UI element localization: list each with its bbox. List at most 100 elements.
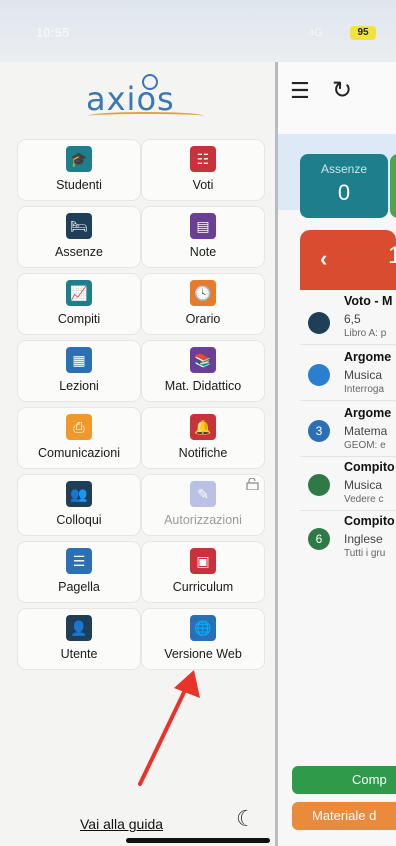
list-item[interactable]: Compito Musica Vedere c [300,460,396,516]
sidebar-item-label: Pagella [58,580,100,594]
sidebar-item-label: Lezioni [59,379,99,393]
status-time: 10:55 [36,25,70,40]
lock-icon [246,478,259,490]
logo-swoosh-icon [88,112,204,120]
list-item-title: Voto - M [344,294,393,308]
list-item-title: Argome [344,406,392,420]
list-item-subtitle: Inglese [344,532,383,546]
list-separator [300,400,396,401]
curriculum-icon: ▣ [190,548,216,574]
list-item-badge: 6 [308,528,330,550]
sidebar-item-label: Note [189,245,217,259]
main-header: ☰ ↻ [278,62,396,134]
sidebar-item-mat-didattico[interactable]: 📚 Mat. Didattico [142,341,264,401]
sidebar-item-label: Colloqui [56,513,102,527]
list-separator [300,456,396,457]
sidebar-item-versione-web[interactable]: 🌐 Versione Web [142,609,264,669]
home-indicator [126,838,270,843]
red-arrow-annotation [138,670,200,786]
axios-logo: axios [86,74,206,120]
list-item-detail: Libro A: p [344,328,387,339]
list-item-subtitle: Musica [344,368,383,382]
list-item-title: Compito [344,460,395,474]
sidebar-item-compiti[interactable]: 📈 Compiti [18,274,140,334]
list-item-detail: Interroga [344,384,385,395]
sidebar-item-assenze[interactable]: 🛏 Assenze [18,207,140,267]
grades-icon: ☷ [190,146,216,172]
meeting-people-icon: 👥 [66,481,92,507]
guide-link[interactable]: Vai alla guida [80,816,163,832]
authorization-icon: ✎ [190,481,216,507]
status-bar: 10:55 4G 95 [0,0,396,62]
list-item-dot [308,364,330,386]
sidebar-item-colloqui[interactable]: 👥 Colloqui [18,475,140,535]
list-item-subtitle: Matema [344,424,388,438]
list-item-dot [308,312,330,334]
list-item-title: Argome [344,350,392,364]
sidebar-item-label: Versione Web [164,647,242,661]
books-icon: 📚 [190,347,216,373]
user-icon: 👤 [66,615,92,641]
sidebar-item-studenti[interactable]: 🎓 Studenti [18,140,140,200]
report-card-icon: ☰ [66,548,92,574]
student-icon: 🎓 [66,146,92,172]
logo-ring-icon [142,74,158,90]
sidebar-item-label: Autorizzazioni [164,513,242,527]
list-separator [300,344,396,345]
teaching-material-button[interactable]: Materiale d [292,802,396,830]
homework-button[interactable]: Comp [292,766,396,794]
homework-chart-icon: 📈 [66,280,92,306]
absences-card[interactable]: Assenze 0 [300,154,388,218]
day-navigation-bar: ‹ 1 [300,230,396,290]
main-panel: ☰ ↻ Assenze 0 ‹ 1 Voto - M 6,5 Libro A: … [278,62,396,846]
bell-icon: 🔔 [190,414,216,440]
list-item[interactable]: Voto - M 6,5 Libro A: p [300,294,396,350]
sidebar-item-voti[interactable]: ☷ Voti [142,140,264,200]
sidebar-item-lezioni[interactable]: ▦ Lezioni [18,341,140,401]
sidebar-item-label: Utente [60,647,98,661]
refresh-icon[interactable]: ↻ [332,76,352,105]
sidebar-item-utente[interactable]: 👤 Utente [18,609,140,669]
previous-day-chevron-icon[interactable]: ‹ [320,246,327,272]
sidebar-item-label: Curriculum [172,580,234,594]
sidebar-item-comunicazioni[interactable]: ⎙ Comunicazioni [18,408,140,468]
list-item-subtitle: 6,5 [344,312,361,326]
list-item[interactable]: 3 Argome Matema GEOM: e [300,406,396,462]
hamburger-menu-icon[interactable]: ☰ [290,78,310,104]
sidebar-item-label: Studenti [56,178,102,192]
globe-icon: 🌐 [190,615,216,641]
list-item-detail: Tutti i gru [344,548,386,559]
note-icon: ▤ [190,213,216,239]
clock-icon: 🕓 [190,280,216,306]
absences-card-value: 0 [337,180,351,205]
sidebar-item-label: Assenze [55,245,103,259]
list-item[interactable]: Argome Musica Interroga [300,350,396,406]
list-item-subtitle: Musica [344,478,383,492]
sidebar-item-label: Voti [192,178,214,192]
absence-bed-icon: 🛏 [66,213,92,239]
sidebar-item-pagella[interactable]: ☰ Pagella [18,542,140,602]
network-indicator: 4G [308,27,323,39]
sidebar-item-label: Orario [185,312,221,326]
day-number: 1 [388,242,396,269]
list-item-detail: Vedere c [344,494,384,505]
battery-indicator: 95 [350,26,376,40]
sidebar-item-note[interactable]: ▤ Note [142,207,264,267]
list-item-badge: 3 [308,420,330,442]
list-separator [300,510,396,511]
sidebar-item-notifiche[interactable]: 🔔 Notifiche [142,408,264,468]
sidebar-item-label: Notifiche [178,446,228,460]
sidebar-item-orario[interactable]: 🕓 Orario [142,274,264,334]
list-item[interactable]: 6 Compito Inglese Tutti i gru [300,514,396,570]
sidebar-item-label: Mat. Didattico [164,379,242,393]
green-card[interactable] [390,154,396,218]
list-item-dot [308,474,330,496]
sidebar-item-label: Compiti [57,312,101,326]
list-item-title: Compito [344,514,395,528]
list-item-detail: GEOM: e [344,440,386,451]
lessons-icon: ▦ [66,347,92,373]
dark-mode-moon-icon[interactable]: ☾ [236,806,256,832]
pdf-document-icon: ⎙ [66,414,92,440]
sidebar-item-curriculum[interactable]: ▣ Curriculum [142,542,264,602]
sidebar-item-label: Comunicazioni [38,446,120,460]
